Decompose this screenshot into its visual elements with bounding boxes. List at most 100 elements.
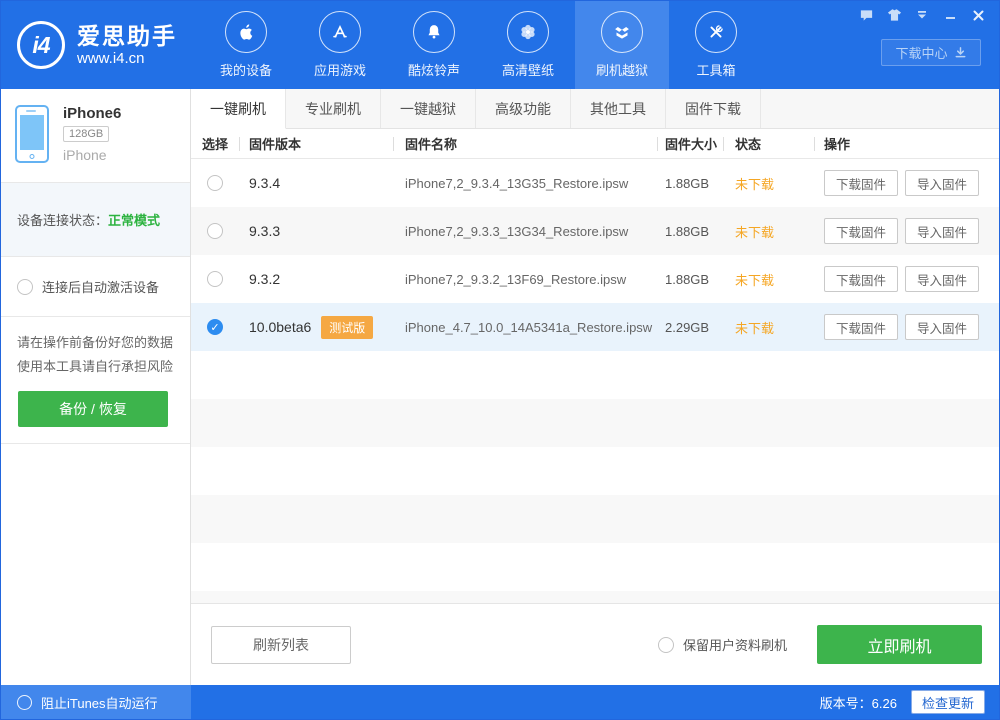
row-select-radio-checked[interactable] [207, 319, 223, 335]
firmware-version: 9.3.4 [249, 175, 281, 191]
table-row[interactable]: 9.3.2 iPhone7,2_9.3.2_13F69_Restore.ipsw… [191, 255, 999, 303]
row-select-radio[interactable] [207, 271, 223, 287]
connection-status-label: 设备连接状态： [17, 213, 109, 228]
backup-restore-button[interactable]: 备份 / 恢复 [18, 391, 168, 427]
nav-label: 工具箱 [696, 63, 736, 78]
nav-label: 应用游戏 [313, 63, 366, 78]
main-content: 一键刷机 专业刷机 一键越狱 高级功能 其他工具 固件下载 选择 固件版本 固件… [191, 89, 999, 685]
keep-user-data-radio[interactable] [657, 636, 674, 653]
download-icon [955, 47, 965, 58]
minimize-to-tray-icon[interactable] [911, 5, 933, 25]
sidebar: iPhone6 128GB iPhone 设备连接状态： 正常模式 连接后自动激活… [1, 89, 191, 685]
nav-item-ringtones[interactable]: 酷炫铃声 [387, 1, 481, 89]
header-firmware-name: 固件名称 [393, 129, 657, 158]
tab-advanced[interactable]: 高级功能 [476, 89, 571, 128]
firmware-size: 2.29GB [665, 319, 710, 335]
empty-stripe [191, 447, 999, 495]
firmware-version: 9.3.2 [249, 271, 281, 287]
row-select-radio[interactable] [207, 175, 223, 191]
status-bar: 阻止iTunes自动运行 版本号：6.26 检查更新 [1, 685, 999, 719]
action-bar: 刷新列表 保留用户资料刷机 立即刷机 [191, 603, 999, 685]
nav-label: 酷炫铃声 [407, 63, 460, 78]
check-update-button[interactable]: 检查更新 [910, 690, 985, 714]
nav-item-my-devices[interactable]: 我的设备 [199, 1, 293, 89]
download-firmware-button[interactable]: 下载固件 [824, 218, 899, 244]
theme-skin-icon[interactable] [883, 5, 905, 25]
nav-label: 刷机越狱 [595, 63, 648, 78]
auto-activate-label: 连接后自动激活设备 [42, 280, 160, 295]
keep-user-data-label: 保留用户资料刷机 [682, 638, 787, 653]
nav-item-wallpapers[interactable]: 高清壁纸 [481, 1, 575, 89]
nav-label: 高清壁纸 [501, 63, 554, 78]
header-status: 状态 [723, 129, 814, 158]
appstore-icon [319, 11, 361, 53]
import-firmware-button[interactable]: 导入固件 [905, 314, 980, 340]
nav-item-toolbox[interactable]: 工具箱 [669, 1, 763, 89]
device-card: iPhone6 128GB iPhone [1, 89, 190, 183]
iphone-icon [15, 105, 49, 163]
header-actions: 操作 [814, 129, 999, 158]
download-center-button[interactable]: 下载中心 [881, 39, 981, 66]
close-icon[interactable] [967, 5, 989, 25]
tab-pro-flash[interactable]: 专业刷机 [286, 89, 381, 128]
empty-stripe [191, 495, 999, 543]
nav-item-apps-games[interactable]: 应用游戏 [293, 1, 387, 89]
firmware-status: 未下载 [735, 320, 775, 336]
download-center-label: 下载中心 [895, 46, 948, 61]
tab-one-click-jailbreak[interactable]: 一键越狱 [381, 89, 476, 128]
tab-bar: 一键刷机 专业刷机 一键越狱 高级功能 其他工具 固件下载 [191, 89, 999, 129]
tools-icon [695, 11, 737, 53]
table-row[interactable]: 9.3.3 iPhone7,2_9.3.3_13G34_Restore.ipsw… [191, 207, 999, 255]
import-firmware-button[interactable]: 导入固件 [905, 266, 980, 292]
refresh-list-button[interactable]: 刷新列表 [211, 625, 351, 664]
status-bar-right: 版本号：6.26 检查更新 [191, 685, 999, 719]
table-header: 选择 固件版本 固件名称 固件大小 状态 操作 [191, 129, 999, 159]
bell-icon [413, 11, 455, 53]
app-logo: i4 爱思助手 www.i4.cn [1, 1, 199, 89]
backup-warning: 请在操作前备份好您的数据 使用本工具请自行承担风险 备份 / 恢复 [1, 317, 190, 444]
block-itunes-radio[interactable] [17, 694, 32, 710]
phone-screen [20, 115, 44, 150]
firmware-version: 10.0beta6 [249, 319, 312, 335]
header-right: 下载中心 [855, 1, 989, 66]
nav-label: 我的设备 [219, 63, 272, 78]
keep-user-data-option[interactable]: 保留用户资料刷机 [657, 635, 787, 654]
warning-line-2: 使用本工具请自行承担风险 [17, 359, 174, 374]
connection-status: 设备连接状态： 正常模式 [1, 183, 190, 257]
table-row-selected[interactable]: 10.0beta6 测试版 iPhone_4.7_10.0_14A5341a_Re… [191, 303, 999, 351]
table-row[interactable]: 9.3.4 iPhone7,2_9.3.4_13G35_Restore.ipsw… [191, 159, 999, 207]
nav-item-flash-jailbreak[interactable]: 刷机越狱 [575, 1, 669, 89]
auto-activate-radio[interactable] [17, 278, 33, 295]
download-firmware-button[interactable]: 下载固件 [824, 170, 899, 196]
download-firmware-button[interactable]: 下载固件 [824, 266, 899, 292]
row-select-radio[interactable] [207, 223, 223, 239]
sidebar-empty-area [1, 444, 190, 685]
tab-other-tools[interactable]: 其他工具 [571, 89, 666, 128]
tab-firmware-download[interactable]: 固件下载 [666, 89, 761, 128]
app-window: i4 爱思助手 www.i4.cn 我的设备 应用游戏 酷炫铃声 高清壁纸 刷机… [0, 0, 1000, 720]
minimize-icon[interactable] [939, 5, 961, 25]
block-itunes-option[interactable]: 阻止iTunes自动运行 [1, 685, 191, 719]
beta-badge: 测试版 [321, 315, 374, 339]
window-controls [855, 5, 989, 25]
auto-activate-option[interactable]: 连接后自动激活设备 [1, 257, 190, 317]
device-model: iPhone [63, 147, 107, 163]
tab-one-click-flash[interactable]: 一键刷机 [191, 89, 286, 129]
block-itunes-label: 阻止iTunes自动运行 [41, 695, 158, 711]
import-firmware-button[interactable]: 导入固件 [905, 170, 980, 196]
flower-icon [507, 11, 549, 53]
app-title: 爱思助手 [77, 23, 177, 50]
import-firmware-button[interactable]: 导入固件 [905, 218, 980, 244]
feedback-icon[interactable] [855, 5, 877, 25]
device-capacity-badge: 128GB [63, 126, 110, 142]
open-box-icon [601, 11, 643, 53]
firmware-status: 未下载 [735, 272, 775, 288]
download-firmware-button[interactable]: 下载固件 [824, 314, 899, 340]
firmware-size: 1.88GB [665, 175, 710, 191]
apple-icon [225, 11, 267, 53]
firmware-table: 9.3.4 iPhone7,2_9.3.4_13G35_Restore.ipsw… [191, 159, 999, 351]
firmware-size: 1.88GB [665, 223, 710, 239]
phone-speaker [26, 110, 36, 112]
empty-table-area [191, 351, 999, 603]
flash-now-button[interactable]: 立即刷机 [817, 625, 982, 664]
